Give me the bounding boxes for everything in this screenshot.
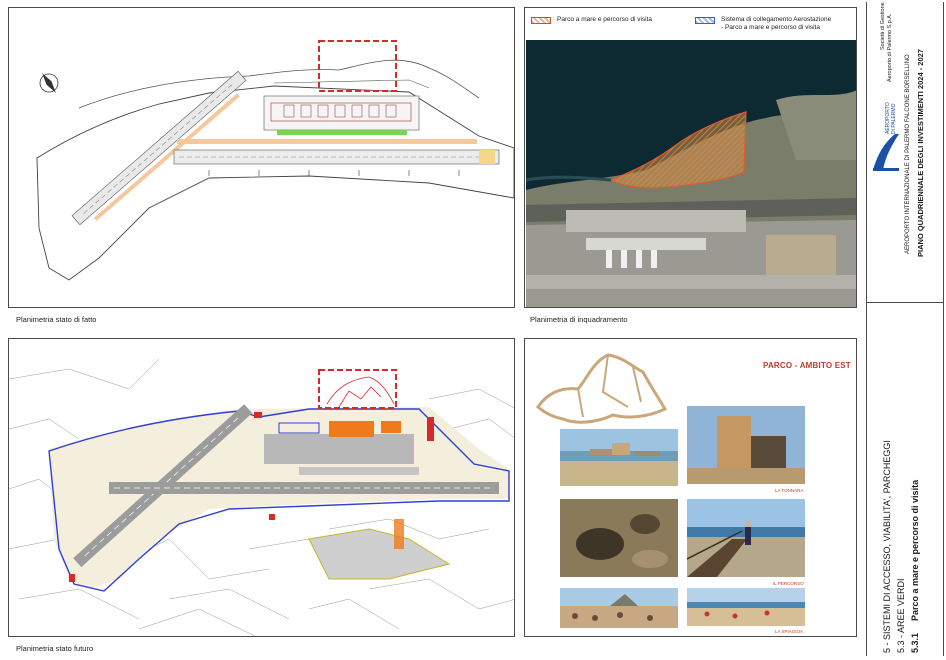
photo-path (687, 499, 805, 577)
park-title: PARCO - AMBITO EST (763, 361, 851, 370)
subsection-title: 5.3 - AREE VERDI (896, 578, 906, 653)
aerial-photo (526, 40, 856, 307)
plan-existing-caption: Planimetria stato di fatto (16, 315, 97, 324)
legend-link-line1: Sistema di collegamento Aerostazione (721, 16, 832, 23)
legend-link-item: Sistema di collegamento Aerostazione - P… (695, 16, 831, 32)
photo-caption-path: IL PERCORSO (773, 581, 804, 586)
plan-future-panel (8, 338, 515, 637)
park-outline-sketch (536, 353, 668, 424)
park-panel: PARCO - AMBITO EST LA TONNARA IL PERCORS… (524, 338, 857, 637)
logo-text-line2: DI PALERMO (891, 103, 897, 134)
plan-existing-drawing (36, 40, 514, 281)
title-block: AEROPORTO DI PALERMO Società di Gestione… (866, 2, 944, 656)
photo-caption-beach: LA SPIAGGIA (775, 629, 804, 634)
section-title: 5 - SISTEMI DI ACCESSO, VIABILITA', PARC… (882, 440, 892, 653)
photo-beach (687, 588, 805, 626)
legend-link-line2: - Parco a mare e percorso di visita (721, 24, 820, 31)
photo-beach-crowd (560, 588, 678, 628)
plan-title: PIANO QUADRIENNALE DEGLI INVESTIMENTI 20… (916, 49, 925, 257)
plan-future-caption: Planimetria stato futuro (16, 644, 94, 653)
photo-harbor (560, 429, 678, 486)
item-title: Parco a mare e percorso di visita (910, 479, 920, 621)
north-arrow-icon (39, 73, 59, 93)
legend-blue-swatch (695, 17, 715, 24)
legend-link-label: Sistema di collegamento Aerostazione - P… (721, 16, 831, 32)
item-number: 5.3.1 (910, 632, 920, 653)
photo-rocks (560, 499, 678, 577)
title-divider (867, 302, 943, 303)
plan-existing-panel (8, 7, 515, 308)
photo-tonnara (687, 406, 805, 484)
airport-logo-icon (873, 134, 899, 171)
photo-caption-tonnara: LA TONNARA (775, 488, 804, 493)
legend-red-swatch (531, 17, 551, 24)
airport-name: AEROPORTO INTERNAZIONALE DI PALERMO FALC… (905, 54, 911, 254)
location-plan-panel: Parco a mare e percorso di visita Sistem… (524, 7, 857, 308)
company-line2: Aeroporto di Palermo S.p.A. (887, 13, 893, 82)
location-plan-caption: Planimetria di inquadramento (530, 315, 628, 324)
company-line1: Società di Gestione (880, 2, 886, 50)
legend-park-label: Parco a mare e percorso di visita (557, 16, 653, 23)
plan-future-drawing (9, 358, 514, 636)
legend-park-item: Parco a mare e percorso di visita (531, 16, 652, 24)
